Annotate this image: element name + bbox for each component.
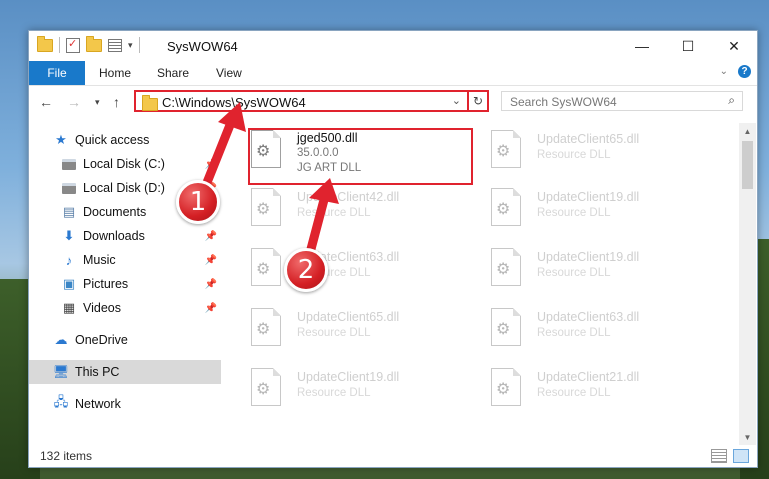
- step-badge-1: 1: [176, 180, 220, 224]
- annotation-arrows: [195, 102, 339, 273]
- step-badge-2: 2: [284, 248, 328, 292]
